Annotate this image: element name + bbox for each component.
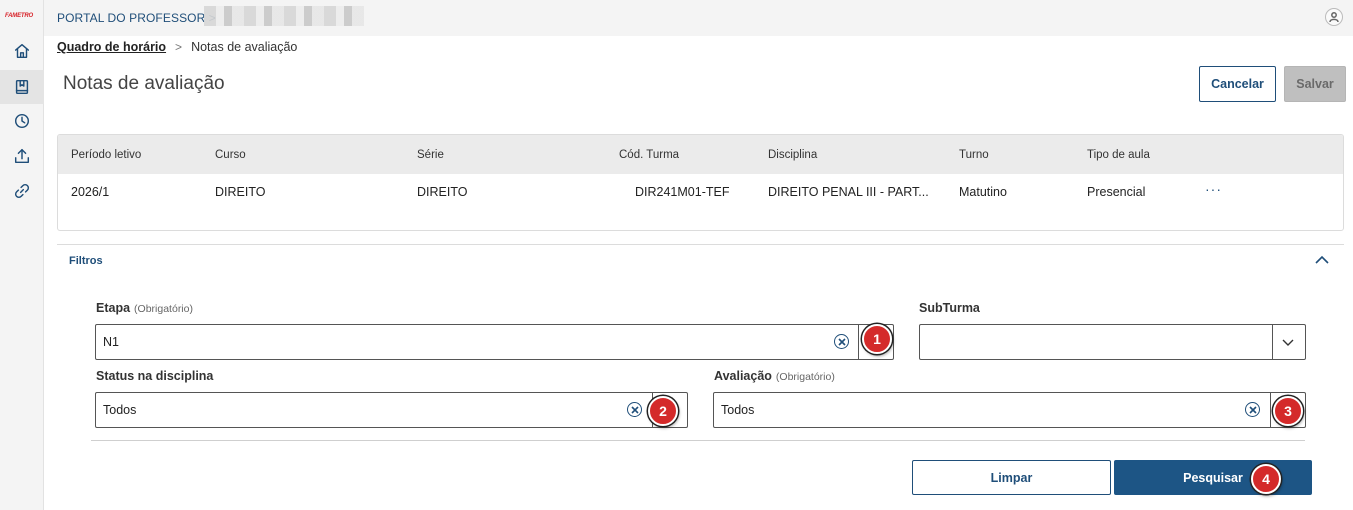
filters-bottom-divider bbox=[91, 440, 1305, 441]
link-nav-button[interactable] bbox=[0, 174, 44, 208]
avatar[interactable] bbox=[1325, 8, 1343, 26]
more-options-icon[interactable]: ··· bbox=[1205, 181, 1222, 197]
header-curso: Curso bbox=[215, 149, 246, 161]
chevron-right-icon: > bbox=[175, 40, 183, 54]
class-info-card: Período letivo Curso Série Cód. Turma Di… bbox=[57, 134, 1344, 231]
header-tipo-aula: Tipo de aula bbox=[1087, 149, 1150, 161]
breadcrumb: Quadro de horário > Notas de avaliação bbox=[57, 40, 297, 54]
filters-divider bbox=[57, 244, 1344, 245]
user-icon bbox=[1329, 12, 1339, 23]
annotation-badge-1: 1 bbox=[862, 324, 892, 354]
annotation-badge-2: 2 bbox=[648, 396, 678, 426]
cancel-button[interactable]: Cancelar bbox=[1199, 66, 1276, 102]
home-icon bbox=[14, 43, 30, 59]
header-cod-turma: Cód. Turma bbox=[619, 149, 680, 161]
annotation-badge-3: 3 bbox=[1273, 396, 1303, 426]
etapa-value: N1 bbox=[103, 335, 119, 349]
cell-tipo-aula: Presencial bbox=[1087, 185, 1146, 199]
clear-status-icon[interactable] bbox=[627, 402, 642, 417]
portal-title[interactable]: PORTAL DO PROFESSOR > bbox=[57, 11, 216, 25]
link-icon bbox=[14, 183, 30, 199]
filters-title[interactable]: Filtros bbox=[69, 255, 103, 267]
status-field[interactable]: Todos bbox=[95, 392, 688, 428]
class-info-header bbox=[58, 135, 1343, 174]
redacted-user-name bbox=[204, 6, 364, 26]
subturma-select[interactable] bbox=[919, 324, 1306, 360]
cell-cod-turma: DIR241M01-TEF bbox=[635, 185, 730, 199]
cell-periodo: 2026/1 bbox=[71, 185, 110, 199]
sidebar: FAMETRO bbox=[0, 0, 44, 510]
clear-avaliacao-icon[interactable] bbox=[1245, 402, 1260, 417]
status-label: Status na disciplina bbox=[96, 369, 214, 383]
book-nav-button[interactable] bbox=[0, 70, 44, 104]
etapa-label: Etapa (Obrigatório) bbox=[96, 301, 193, 315]
avaliacao-label: Avaliação (Obrigatório) bbox=[714, 369, 835, 383]
clock-nav-button[interactable] bbox=[0, 104, 44, 138]
field-divider bbox=[1272, 325, 1273, 359]
clear-filters-button[interactable]: Limpar bbox=[912, 460, 1111, 495]
clock-icon bbox=[14, 113, 30, 129]
search-button[interactable]: Pesquisar bbox=[1114, 460, 1312, 495]
header-periodo: Período letivo bbox=[71, 149, 142, 161]
home-nav-button[interactable] bbox=[0, 34, 44, 68]
top-bar: PORTAL DO PROFESSOR > bbox=[44, 0, 1353, 36]
subturma-label: SubTurma bbox=[919, 301, 980, 315]
header-turno: Turno bbox=[959, 149, 989, 161]
page-title: Notas de avaliação bbox=[63, 73, 225, 94]
header-disciplina: Disciplina bbox=[768, 149, 818, 161]
save-button[interactable]: Salvar bbox=[1284, 66, 1346, 102]
cell-disciplina: DIREITO PENAL III - PART... bbox=[768, 185, 929, 199]
avaliacao-value: Todos bbox=[721, 403, 755, 417]
book-icon bbox=[15, 79, 29, 95]
cell-turno: Matutino bbox=[959, 185, 1007, 199]
avaliacao-field[interactable]: Todos bbox=[713, 392, 1306, 428]
status-value: Todos bbox=[103, 403, 137, 417]
cell-curso: DIREITO bbox=[215, 185, 266, 199]
breadcrumb-link-quadro[interactable]: Quadro de horário bbox=[57, 40, 166, 54]
clear-etapa-icon[interactable] bbox=[834, 334, 849, 349]
annotation-badge-4: 4 bbox=[1251, 464, 1281, 494]
chevron-down-icon[interactable] bbox=[1280, 335, 1296, 349]
field-divider bbox=[858, 325, 859, 359]
etapa-field[interactable]: N1 bbox=[95, 324, 894, 360]
fametro-logo: FAMETRO bbox=[5, 13, 33, 19]
field-divider bbox=[1270, 393, 1271, 427]
chevron-up-icon[interactable] bbox=[1312, 251, 1332, 269]
upload-nav-button[interactable] bbox=[0, 139, 44, 173]
header-serie: Série bbox=[417, 149, 444, 161]
upload-icon bbox=[14, 148, 30, 164]
breadcrumb-current: Notas de avaliação bbox=[191, 40, 298, 54]
cell-serie: DIREITO bbox=[417, 185, 468, 199]
